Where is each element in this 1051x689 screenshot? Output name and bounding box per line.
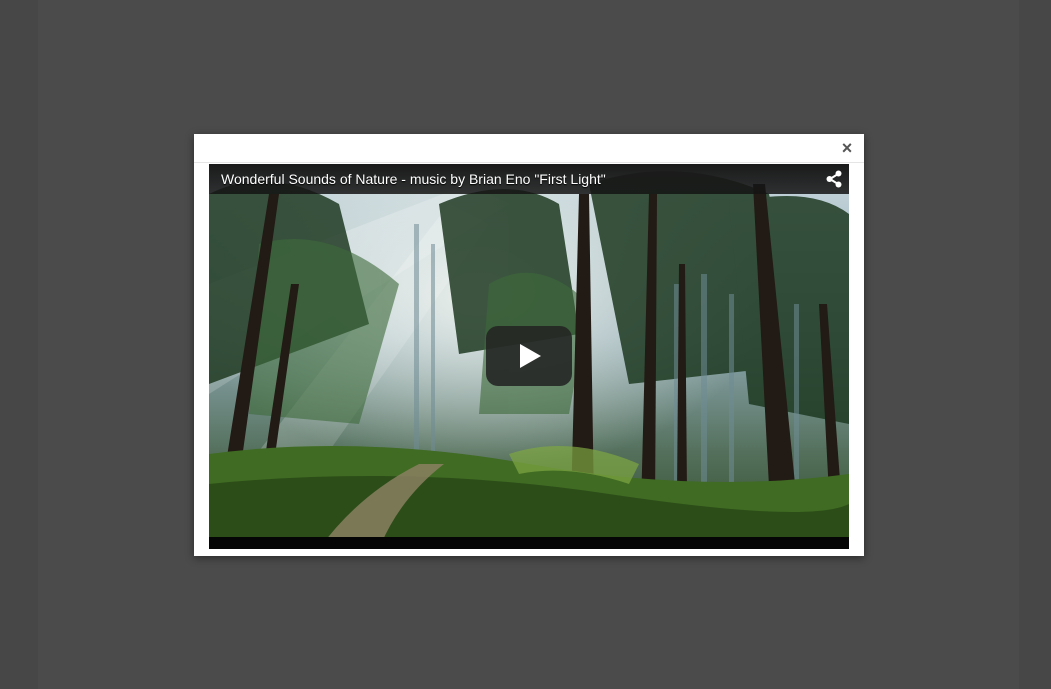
lightbox-header: ×	[194, 134, 864, 163]
overlay-left-edge	[0, 0, 38, 689]
video-title[interactable]: Wonderful Sounds of Nature - music by Br…	[221, 171, 606, 187]
video-lightbox: × Wonderful Sounds of Nature - music by …	[194, 134, 864, 556]
play-icon	[520, 344, 541, 368]
share-icon[interactable]	[825, 170, 843, 188]
video-bottom-bar	[209, 537, 849, 549]
overlay-right-edge	[1019, 0, 1051, 689]
video-title-bar: Wonderful Sounds of Nature - music by Br…	[209, 164, 849, 194]
close-icon[interactable]: ×	[838, 139, 856, 157]
play-button[interactable]	[486, 326, 572, 386]
video-player[interactable]: Wonderful Sounds of Nature - music by Br…	[209, 164, 849, 549]
